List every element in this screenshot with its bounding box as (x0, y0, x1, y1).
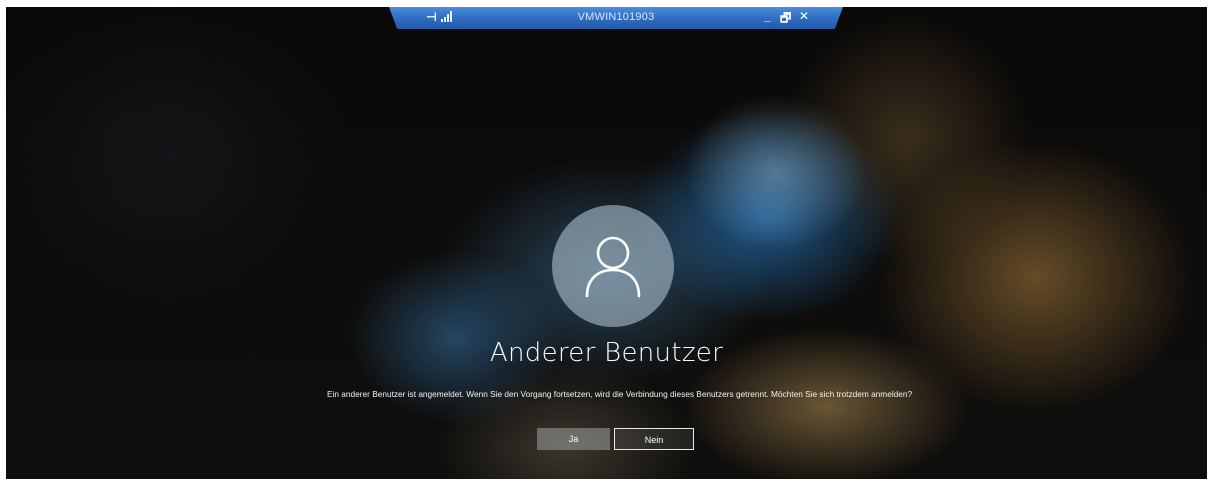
user-name: Anderer Benutzer (489, 338, 724, 368)
login-warning-message: Ein anderer Benutzer ist angemeldet. Wen… (327, 389, 913, 399)
remote-desktop-screen: ⊣ VMWIN101903 _ 🗗 ✕ Anderer Benutzer Ein… (6, 7, 1207, 479)
user-avatar (552, 205, 674, 327)
rdp-bar-title: VMWIN101903 (577, 11, 655, 23)
no-button[interactable]: Nein (614, 428, 694, 450)
restore-button[interactable]: 🗗 (780, 9, 791, 29)
user-avatar-icon (585, 236, 641, 298)
close-button[interactable]: ✕ (799, 9, 809, 23)
rdp-connection-bar[interactable]: ⊣ VMWIN101903 _ 🗗 ✕ (389, 7, 843, 29)
minimize-button[interactable]: _ (764, 9, 771, 23)
yes-button[interactable]: Ja (537, 428, 610, 450)
